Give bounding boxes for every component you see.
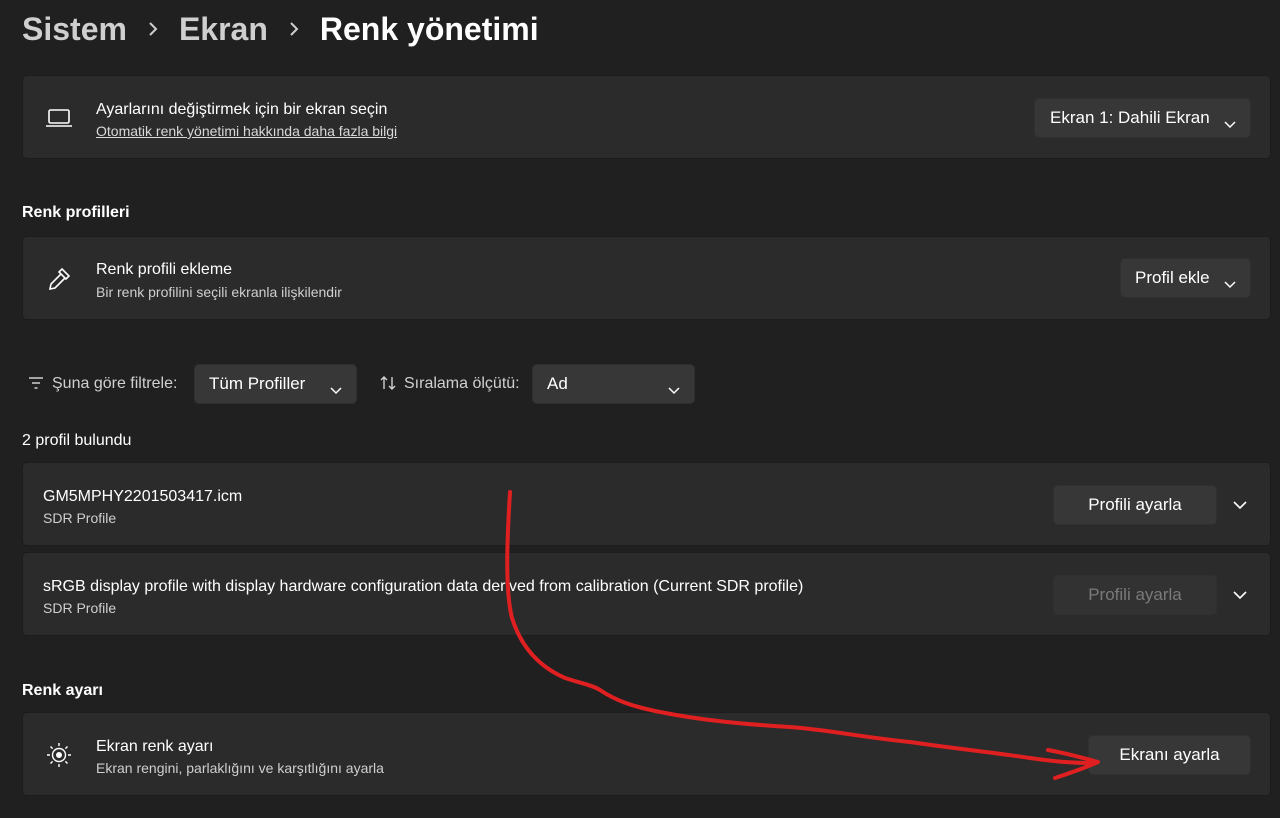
- display-dropdown[interactable]: Ekran 1: Dahili Ekran: [1034, 98, 1251, 138]
- calibration-title: Ekran renk ayarı: [96, 738, 214, 755]
- profile-type: SDR Profile: [43, 510, 117, 526]
- set-profile-button-label: Profili ayarla: [1088, 585, 1182, 604]
- add-profile-button-label: Profil ekle: [1135, 268, 1210, 287]
- calibration-subtitle: Ekran rengini, parlaklığını ve karşıtlığ…: [96, 760, 384, 776]
- add-profile-subtitle: Bir renk profilini seçili ekranla ilişki…: [96, 284, 342, 300]
- filter-dropdown[interactable]: Tüm Profiller: [194, 364, 357, 404]
- chevron-down-icon: [1233, 590, 1247, 599]
- eyedropper-icon: [43, 263, 75, 295]
- display-select-card: Ayarlarını değiştirmek için bir ekran se…: [22, 75, 1271, 159]
- sort-dropdown-value: Ad: [547, 374, 568, 393]
- brightness-icon: [43, 739, 75, 771]
- sort-dropdown[interactable]: Ad: [532, 364, 695, 404]
- sort-label: Sıralama ölçütü:: [404, 375, 520, 392]
- chevron-down-icon: [330, 380, 342, 400]
- chevron-down-icon: [1233, 500, 1247, 509]
- set-profile-button[interactable]: Profili ayarla: [1053, 485, 1217, 525]
- profile-count: 2 profil bulundu: [22, 432, 132, 449]
- set-profile-button-disabled: Profili ayarla: [1053, 575, 1217, 615]
- expand-profile-2[interactable]: [1225, 580, 1255, 610]
- profile-row-1: GM5MPHY2201503417.icm SDR Profile Profil…: [22, 462, 1271, 546]
- chevron-down-icon: [1224, 274, 1236, 294]
- calibration-heading: Renk ayarı: [22, 682, 103, 699]
- profile-type: SDR Profile: [43, 600, 117, 616]
- filter-icon: [28, 376, 44, 395]
- breadcrumb: Sistem Ekran Renk yönetimi: [22, 6, 539, 52]
- expand-profile-1[interactable]: [1225, 490, 1255, 520]
- chevron-down-icon: [668, 380, 680, 400]
- filter-dropdown-value: Tüm Profiller: [209, 374, 306, 393]
- calibrate-display-button[interactable]: Ekranı ayarla: [1088, 735, 1251, 775]
- breadcrumb-sistem[interactable]: Sistem: [22, 11, 127, 48]
- profile-name: sRGB display profile with display hardwa…: [43, 578, 804, 595]
- add-profile-title: Renk profili ekleme: [96, 261, 233, 278]
- laptop-icon: [43, 102, 75, 134]
- chevron-down-icon: [1224, 114, 1236, 134]
- set-profile-button-label: Profili ayarla: [1088, 495, 1182, 514]
- add-profile-card: Renk profili ekleme Bir renk profilini s…: [22, 236, 1271, 320]
- color-management-info-link[interactable]: Otomatik renk yönetimi hakkında daha faz…: [96, 123, 397, 139]
- add-profile-button[interactable]: Profil ekle: [1120, 258, 1251, 298]
- calibrate-display-button-label: Ekranı ayarla: [1119, 745, 1220, 764]
- page-title: Renk yönetimi: [319, 10, 539, 47]
- profile-row-2: sRGB display profile with display hardwa…: [22, 552, 1271, 636]
- color-profiles-heading: Renk profilleri: [22, 204, 130, 221]
- calibration-card: Ekran renk ayarı Ekran rengini, parlaklı…: [22, 712, 1271, 796]
- display-select-title: Ayarlarını değiştirmek için bir ekran se…: [96, 101, 388, 118]
- chevron-right-icon: [268, 21, 320, 37]
- breadcrumb-ekran[interactable]: Ekran: [179, 11, 268, 48]
- sort-icon: [380, 375, 396, 396]
- chevron-right-icon: [127, 21, 179, 37]
- profile-name: GM5MPHY2201503417.icm: [43, 488, 243, 505]
- filter-label: Şuna göre filtrele:: [52, 375, 178, 392]
- display-dropdown-value: Ekran 1: Dahili Ekran: [1050, 108, 1210, 127]
